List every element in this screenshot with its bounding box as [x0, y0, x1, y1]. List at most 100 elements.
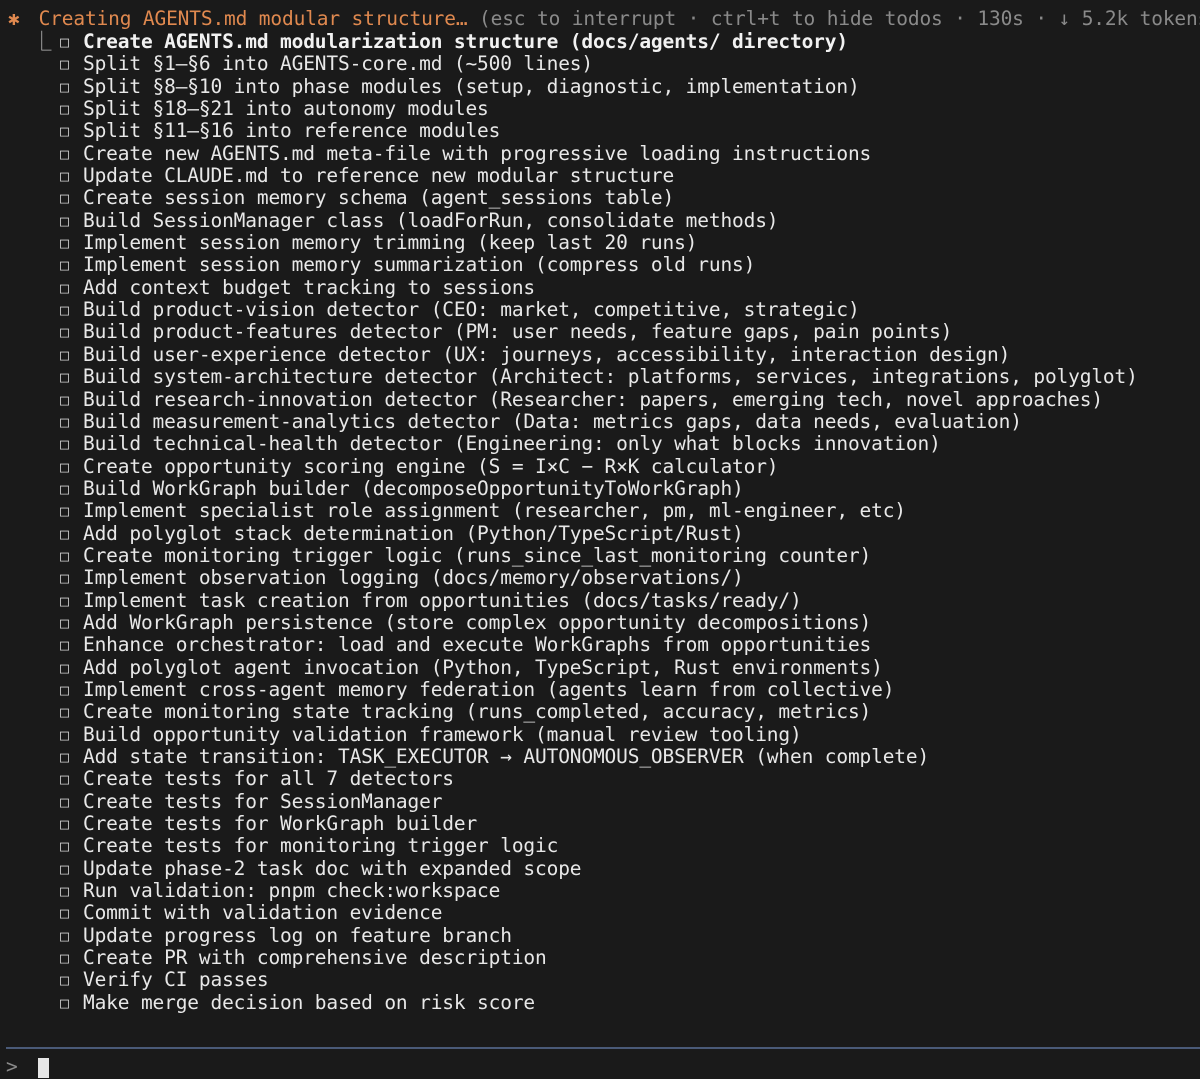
todo-item: □ Create PR with comprehensive descriptio… [32, 946, 1192, 970]
checkbox-icon: □ [60, 613, 69, 632]
checkbox-icon: □ [60, 189, 69, 208]
checkbox-icon: □ [60, 546, 69, 565]
todo-text: Create PR with comprehensive description [83, 946, 547, 970]
todo-text: Split §11–§16 into reference modules [83, 119, 501, 143]
spinner-icon: ✱ [8, 7, 20, 30]
todo-list: ⎿ □ Create AGENTS.md modularization struct… [32, 30, 1192, 1014]
todo-item: □ Build user-experience detector (UX: jou… [32, 342, 1192, 366]
checkbox-icon: □ [60, 234, 69, 253]
prompt-input[interactable]: > [6, 1055, 49, 1079]
todo-text: Enhance orchestrator: load and execute W… [83, 633, 872, 657]
todo-text: Add context budget tracking to sessions [83, 275, 536, 299]
checkbox-icon: □ [60, 770, 69, 789]
checkbox-icon: □ [60, 479, 69, 498]
checkbox-icon: □ [60, 144, 69, 163]
todo-item: □ Create opportunity scoring engine (S = … [32, 455, 1192, 478]
todo-text: Add state transition: TASK_EXECUTOR → AU… [83, 745, 930, 768]
todo-item: □ Run validation: pnpm check:workspace [32, 879, 1192, 903]
checkbox-icon: □ [60, 658, 69, 677]
checkbox-icon: □ [60, 815, 69, 834]
todo-item: □ Create session memory schema (agent_ses… [32, 186, 1192, 210]
checkbox-icon: □ [60, 368, 69, 387]
status-line: ✱ Creating AGENTS.md modular structure… … [8, 6, 1200, 32]
prompt-chevron-icon: > [6, 1055, 18, 1078]
todo-text: Add polyglot stack determination (Python… [83, 521, 744, 545]
todo-text: Create session memory schema (agent_sess… [83, 186, 675, 210]
todo-text: Implement specialist role assignment (re… [83, 499, 906, 523]
input-divider [6, 1047, 1200, 1049]
terminal-window: ✱ Creating AGENTS.md modular structure… … [0, 0, 1200, 1078]
checkbox-icon: □ [60, 680, 69, 699]
todo-item: □ Make merge decision based on risk score [32, 991, 1192, 1014]
checkbox-icon: □ [60, 792, 69, 811]
todo-text: Update phase-2 task doc with expanded sc… [83, 856, 582, 880]
todo-item: □ Split §1–§6 into AGENTS-core.md (~500 l… [32, 52, 1192, 76]
todo-item: □ Build product-features detector (PM: us… [32, 320, 1192, 344]
checkbox-icon: □ [60, 837, 69, 856]
checkbox-icon: □ [60, 457, 69, 476]
todo-text: Run validation: pnpm check:workspace [83, 879, 501, 903]
todo-item: □ Split §11–§16 into reference modules [32, 119, 1192, 143]
todo-item: □ Create tests for all 7 detectors [32, 767, 1192, 791]
todo-item: □ Split §18–§21 into autonomy modules [32, 97, 1192, 120]
todo-text: Create monitoring state tracking (runs_c… [83, 700, 872, 724]
todo-item: □ Verify CI passes [32, 969, 1192, 992]
todo-item: □ Create tests for monitoring trigger log… [32, 834, 1192, 858]
todo-text: Build research-innovation detector (Rese… [83, 387, 1103, 411]
todo-item: □ Implement session memory summarization … [32, 254, 1192, 277]
todo-text: Create monitoring trigger logic (runs_si… [83, 543, 872, 567]
todo-text: Create tests for WorkGraph builder [83, 812, 478, 836]
todo-text: Build WorkGraph builder (decomposeOpport… [83, 476, 744, 500]
todo-item: □ Commit with validation evidence [32, 901, 1192, 925]
todo-item: □ Build product-vision detector (CEO: mar… [32, 298, 1192, 322]
todo-item: □ Build measurement-analytics detector (D… [32, 409, 1192, 433]
todo-text: Implement observation logging (docs/memo… [83, 566, 744, 590]
checkbox-icon: □ [60, 882, 69, 901]
todo-item: □ Build system-architecture detector (Arc… [32, 365, 1192, 388]
todo-item: □ Update phase-2 task doc with expanded s… [32, 856, 1192, 880]
checkbox-icon: □ [60, 301, 69, 320]
todo-text: Create tests for monitoring trigger logi… [83, 834, 559, 858]
todo-text: Build measurement-analytics detector (Da… [83, 409, 1022, 433]
todo-text: Build opportunity validation framework (… [83, 722, 802, 746]
todo-item: □ Build WorkGraph builder (decomposeOppor… [32, 476, 1192, 500]
checkbox-icon: □ [60, 636, 69, 655]
checkbox-icon: □ [60, 971, 69, 990]
todo-text: Implement session memory trimming (keep … [83, 231, 698, 255]
todo-item: □ Build SessionManager class (loadForRun,… [32, 208, 1192, 232]
status-title: Creating AGENTS.md modular structure… [38, 7, 468, 30]
status-meta: (esc to interrupt · ctrl+t to hide todos… [479, 7, 1200, 30]
todo-text: Build product-features detector (PM: use… [83, 320, 953, 344]
checkbox-icon: □ [60, 211, 69, 230]
todo-item: □ Split §8–§10 into phase modules (setup,… [32, 74, 1192, 98]
todo-text: Build SessionManager class (loadForRun, … [83, 208, 779, 232]
checkbox-icon: □ [60, 993, 69, 1012]
todo-item: □ Add context budget tracking to sessions [32, 275, 1192, 299]
todo-item: □ Add state transition: TASK_EXECUTOR → A… [32, 745, 1192, 768]
checkbox-icon: □ [60, 100, 69, 119]
todo-item: □ Enhance orchestrator: load and execute … [32, 633, 1192, 657]
todo-text: Create tests for SessionManager [83, 789, 443, 813]
todo-item: □ Add WorkGraph persistence (store comple… [32, 610, 1192, 634]
checkbox-icon: □ [60, 122, 69, 141]
todo-item: □ Create tests for SessionManager [32, 789, 1192, 813]
todo-text: Update progress log on feature branch [83, 923, 512, 947]
checkbox-icon: □ [60, 859, 69, 878]
todo-item: □ Create new AGENTS.md meta-file with pro… [32, 141, 1192, 165]
todo-text: Add WorkGraph persistence (store complex… [83, 610, 872, 634]
todo-text: Split §1–§6 into AGENTS-core.md (~500 li… [83, 52, 593, 76]
todo-item: □ Create monitoring state tracking (runs_… [32, 700, 1192, 724]
checkbox-icon: □ [60, 703, 69, 722]
todo-item: □ Build research-innovation detector (Res… [32, 387, 1192, 411]
todo-text: Create new AGENTS.md meta-file with prog… [83, 141, 872, 165]
todo-item: □ Build technical-health detector (Engine… [32, 432, 1192, 455]
todo-text: Create tests for all 7 detectors [83, 767, 454, 791]
todo-item: ⎿ □ Create AGENTS.md modularization struct… [32, 30, 1192, 53]
todo-item: □ Implement session memory trimming (keep… [32, 231, 1192, 255]
todo-item: □ Implement specialist role assignment (r… [32, 499, 1192, 523]
todo-text: Implement cross-agent memory federation … [83, 677, 895, 701]
todo-text: Build product-vision detector (CEO: mark… [83, 298, 860, 322]
todo-text: Build user-experience detector (UX: jour… [83, 342, 1011, 366]
todo-text: Commit with validation evidence [83, 901, 443, 925]
todo-text: Split §8–§10 into phase modules (setup, … [83, 74, 860, 98]
